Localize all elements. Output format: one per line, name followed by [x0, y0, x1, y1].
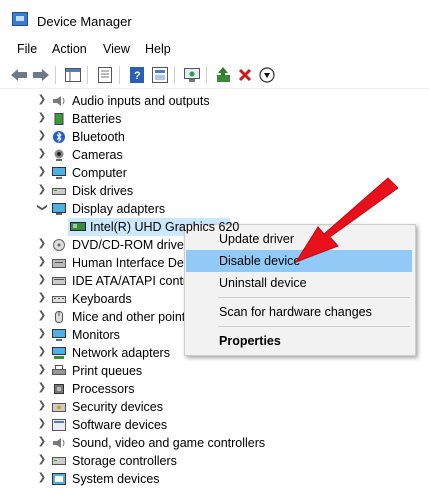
red-arrow-annotation [294, 177, 399, 263]
tree-item-label: Intel(R) UHD Graphics 620 [90, 220, 240, 234]
